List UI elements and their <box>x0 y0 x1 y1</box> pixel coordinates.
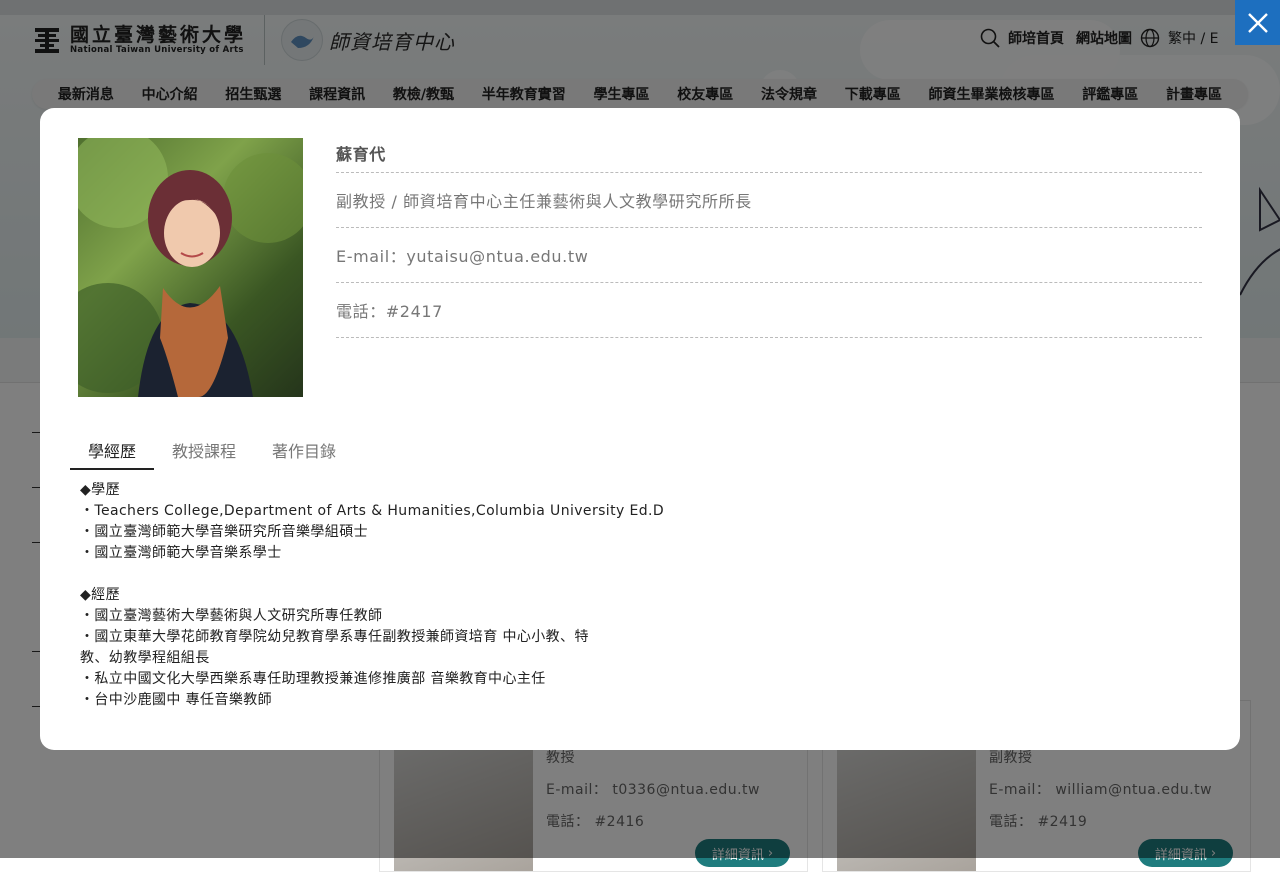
list-item: ・Teachers College,Department of Arts & H… <box>80 503 665 519</box>
education-heading: ◆學歷 <box>80 482 120 498</box>
list-item: 教、幼教學程組組長 <box>80 650 210 666</box>
list-item: ・國立臺灣師範大學音樂系學士 <box>80 545 282 561</box>
profile-phone: 電話：#2417 <box>336 283 1202 338</box>
profile-info: 蘇育代 副教授 / 師資培育中心主任兼藝術與人文教學研究所所長 E-mail：y… <box>336 138 1202 338</box>
list-item: ・國立臺灣藝術大學藝術與人文研究所專任教師 <box>80 608 383 624</box>
experience-heading: ◆經歷 <box>80 587 120 603</box>
list-item: ・私立中國文化大學西樂系專任助理教授兼進修推廣部 音樂教育中心主任 <box>80 671 546 687</box>
profile-email[interactable]: E-mail：yutaisu@ntua.edu.tw <box>336 228 1202 283</box>
profile-tabs: 學經歷 教授課程 著作目錄 <box>70 434 354 470</box>
tab-publications[interactable]: 著作目錄 <box>254 434 354 468</box>
tab-content: ◆學歷 ・Teachers College,Department of Arts… <box>80 480 680 711</box>
profile-title: 副教授 / 師資培育中心主任兼藝術與人文教學研究所所長 <box>336 173 1202 228</box>
profile-portrait-image <box>78 138 303 397</box>
profile-photo <box>78 138 303 397</box>
list-item: ・台中沙鹿國中 專任音樂教師 <box>80 692 273 708</box>
tab-education-experience[interactable]: 學經歷 <box>70 434 155 470</box>
close-button[interactable] <box>1235 0 1280 45</box>
list-item: ・國立臺灣師範大學音樂研究所音樂學組碩士 <box>80 524 368 540</box>
list-item: ・國立東華大學花師教育學院幼兒教育學系專任副教授兼師資培育 中心小教、特 <box>80 629 589 645</box>
tab-courses[interactable]: 教授課程 <box>154 434 254 468</box>
profile-name: 蘇育代 <box>336 138 1202 173</box>
faculty-profile-modal: 蘇育代 副教授 / 師資培育中心主任兼藝術與人文教學研究所所長 E-mail：y… <box>40 108 1240 750</box>
close-icon <box>1247 12 1268 33</box>
